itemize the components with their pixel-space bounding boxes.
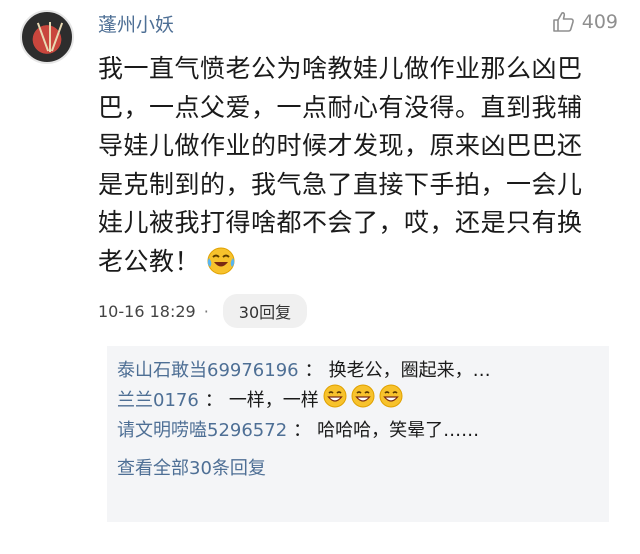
grinning-emoji-icon bbox=[379, 384, 403, 418]
comment-line: 老公教！ bbox=[98, 246, 201, 276]
comment-line: 导娃儿做作业的时候才发现，原来凶巴巴还 bbox=[98, 131, 583, 160]
comment-line: 娃儿被我打得啥都不会了，哎，还是只有换 bbox=[98, 208, 583, 237]
skewer-decoration bbox=[49, 22, 51, 52]
reply-author[interactable]: 泰山石敢当69976196 bbox=[117, 356, 299, 386]
reply-text: 一样，一样 bbox=[228, 390, 319, 411]
grinning-emoji-icon bbox=[351, 384, 375, 418]
comment-body: 我一直气愤老公为啥教娃儿做作业那么凶巴 巴，一点父爱，一点耐心有没得。直到我辅 … bbox=[98, 50, 618, 287]
grinning-emoji-icon bbox=[323, 384, 347, 418]
username[interactable]: 蓬州小妖 bbox=[98, 10, 174, 37]
comment-last-line: 老公教！ bbox=[98, 243, 618, 288]
reply-count-button[interactable]: 30回复 bbox=[222, 294, 308, 328]
reply-item[interactable]: 请文明唠嗑5296572 ： 哈哈哈，笑晕了…… bbox=[117, 416, 601, 446]
laughing-tears-emoji-icon bbox=[206, 246, 236, 288]
timestamp: 10-16 18:29 bbox=[98, 301, 196, 321]
comment-line: 巴，一点父爱，一点耐心有没得。直到我辅 bbox=[98, 92, 583, 122]
skewer-decoration bbox=[36, 22, 50, 52]
reply-item[interactable]: 泰山石敢当69976196 ： 换老公，圈起来，… bbox=[117, 356, 601, 386]
like-count: 409 bbox=[581, 11, 618, 33]
skewer-decoration bbox=[50, 22, 64, 52]
reply-separator: ： bbox=[293, 420, 312, 441]
reply-author[interactable]: 请文明唠嗑5296572 bbox=[117, 416, 287, 446]
separator-dot: · bbox=[203, 301, 209, 321]
reply-text: 换老公，圈起来，… bbox=[328, 360, 491, 381]
reply-separator: ： bbox=[304, 360, 323, 381]
avatar[interactable] bbox=[20, 10, 74, 64]
view-all-replies-link[interactable]: 查看全部30条回复 bbox=[117, 454, 601, 484]
comment-line: 我一直气愤老公为啥教娃儿做作业那么凶巴 bbox=[98, 54, 583, 83]
thumbs-up-icon bbox=[552, 12, 574, 32]
replies-panel: 泰山石敢当69976196 ： 换老公，圈起来，… 兰兰0176 ： 一样，一样… bbox=[107, 346, 609, 522]
reply-item[interactable]: 兰兰0176 ： 一样，一样 bbox=[117, 384, 601, 418]
reply-separator: ： bbox=[204, 390, 223, 411]
comment-line: 是克制到的，我气急了直接下手拍，一会儿 bbox=[98, 169, 583, 199]
like-button[interactable]: 409 bbox=[552, 10, 618, 34]
comment-meta: 10-16 18:29 · 30回复 bbox=[98, 294, 308, 328]
reply-text: 哈哈哈，笑晕了…… bbox=[317, 420, 480, 441]
reply-author[interactable]: 兰兰0176 bbox=[117, 386, 199, 416]
